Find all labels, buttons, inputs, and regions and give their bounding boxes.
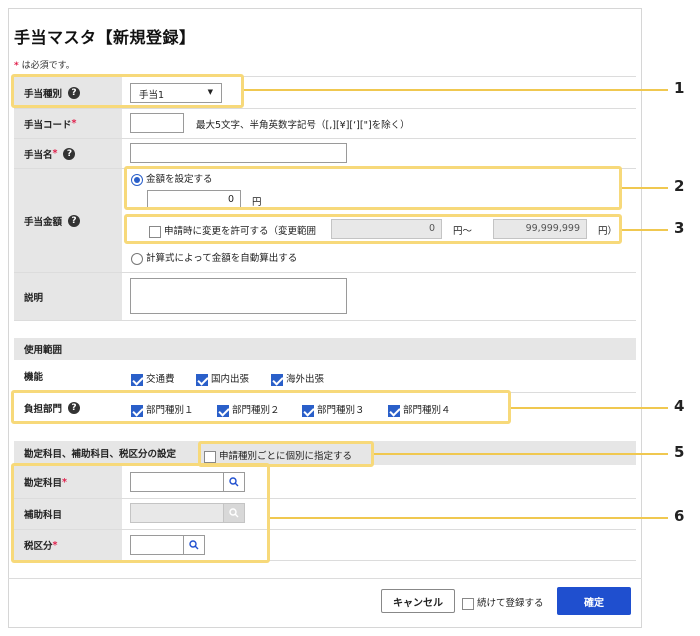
help-icon[interactable]: ? (63, 147, 76, 160)
amount-formula-option[interactable]: 計算式によって金額を自動算出する (131, 250, 297, 265)
required-mark: * (14, 61, 19, 71)
callout-number-4: 4 (674, 397, 685, 415)
range-separator: 円～ (453, 226, 473, 237)
required-note: * は必須です。 (14, 58, 75, 71)
callout-number-2: 2 (674, 177, 685, 195)
checkbox-checked[interactable] (217, 404, 229, 417)
allowance-code-input[interactable] (130, 113, 184, 133)
callout-line-1 (244, 89, 668, 91)
callout-line-3 (622, 229, 668, 231)
help-icon[interactable]: ? (68, 214, 81, 227)
callout-line-5 (374, 453, 668, 455)
allowance-name-label: 手当名 * ? (14, 139, 122, 168)
row-divider (14, 392, 636, 393)
callout-number-5: 5 (674, 443, 685, 461)
callout-line-2 (622, 187, 668, 189)
account-search-button[interactable] (223, 472, 245, 492)
sub-account-input[interactable] (130, 503, 224, 523)
allowance-name-input[interactable] (130, 143, 347, 163)
function-option[interactable]: 交通費 (131, 371, 175, 386)
allow-change-checkbox[interactable] (149, 225, 161, 238)
search-icon (229, 477, 239, 487)
radio-unselected[interactable] (131, 252, 143, 265)
page-title: 手当マスタ【新規登録】 (14, 28, 196, 47)
sub-account-label: 補助科目 (14, 499, 122, 529)
usage-section-header: 使用範囲 (14, 338, 636, 360)
sub-account-search-button[interactable] (223, 503, 245, 523)
search-icon (229, 508, 239, 518)
checkbox-checked[interactable] (388, 404, 400, 417)
radio-selected[interactable] (131, 173, 143, 186)
department-option[interactable]: 部門種別４ (388, 402, 451, 417)
function-option[interactable]: 国内出張 (196, 371, 249, 386)
checkbox-checked[interactable] (271, 373, 283, 386)
tax-input[interactable] (130, 535, 184, 555)
checkbox-checked[interactable] (196, 373, 208, 386)
range-max-input[interactable]: 99,999,999 (493, 219, 587, 239)
department-option[interactable]: 部門種別１ (131, 402, 194, 417)
checkbox-checked[interactable] (302, 404, 314, 417)
range-end: 円） (598, 226, 618, 237)
amount-label: 手当金額 ? (14, 169, 122, 272)
chevron-down-icon: ▼ (207, 88, 213, 96)
callout-line-4 (511, 407, 668, 409)
callout-number-3: 3 (674, 219, 685, 237)
row-divider (14, 560, 636, 561)
callout-number-6: 6 (674, 507, 685, 525)
footer-divider (8, 578, 642, 579)
amount-unit: 円 (252, 197, 262, 208)
account-label: 勘定科目 * (14, 466, 122, 498)
department-option[interactable]: 部門種別３ (302, 402, 365, 417)
callout-line-6 (270, 517, 668, 519)
tax-search-button[interactable] (183, 535, 205, 555)
amount-input[interactable]: 0 (147, 190, 241, 210)
search-icon (189, 540, 199, 550)
description-textarea[interactable] (130, 278, 347, 314)
help-icon[interactable]: ? (68, 402, 81, 414)
confirm-button[interactable]: 確定 (557, 587, 631, 615)
row-divider (14, 320, 636, 321)
checkbox-checked[interactable] (131, 404, 143, 417)
allowance-code-label: 手当コード * (14, 109, 122, 138)
allowance-type-select[interactable]: 手当1 ▼ (130, 83, 222, 103)
continue-checkbox[interactable] (462, 597, 474, 610)
allow-change-checkbox-row[interactable]: 申請時に変更を許可する（変更範囲 (149, 223, 316, 238)
per-type-checkbox[interactable] (204, 450, 216, 463)
range-min-input[interactable]: 0 (331, 219, 442, 239)
callout-number-1: 1 (674, 79, 685, 97)
description-label: 説明 (14, 273, 122, 320)
checkbox-checked[interactable] (131, 373, 143, 386)
department-option[interactable]: 部門種別２ (217, 402, 280, 417)
account-input[interactable] (130, 472, 224, 492)
required-note-text: は必須です。 (21, 61, 75, 71)
per-type-option[interactable]: 申請種別ごとに個別に指定する (204, 448, 352, 463)
tax-label: 税区分 * (14, 530, 122, 560)
continue-option[interactable]: 続けて登録する (462, 595, 544, 610)
department-label: 負担部門 ? (14, 394, 122, 422)
allowance-type-label: 手当種別 ? (14, 77, 122, 108)
function-label: 機能 (14, 362, 122, 390)
help-icon[interactable]: ? (68, 86, 81, 99)
allowance-code-hint: 最大5文字、半角英数字記号（[,][¥][‘]["]を除く） (196, 120, 410, 131)
function-option[interactable]: 海外出張 (271, 371, 324, 386)
cancel-button[interactable]: キャンセル (381, 589, 455, 613)
amount-fixed-option[interactable]: 金額を設定する (131, 171, 213, 186)
